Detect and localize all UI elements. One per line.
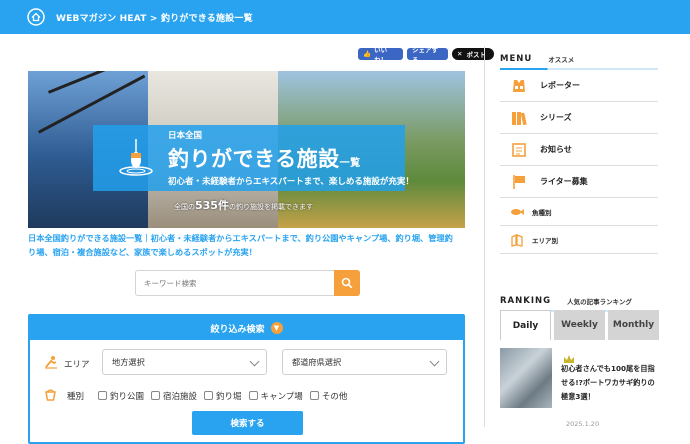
- sidebar: MENU オススメ レポーター シリーズ お知らせ ライター募集 魚種別 エリア…: [500, 34, 658, 312]
- prefecture-select[interactable]: 都道府県選択: [282, 349, 447, 375]
- filter-panel: 絞り込み検索 ▼ エリア 地方選択 都道府県選択 種別 釣り公園 宿泊施設 釣り…: [28, 314, 465, 444]
- chevron-down-icon: [429, 356, 440, 367]
- chevron-down-icon: ▼: [270, 322, 283, 334]
- search-icon: [341, 277, 353, 289]
- type-checkbox[interactable]: キャンプ場: [248, 390, 303, 402]
- fishing-float-icon: [119, 139, 153, 176]
- tab-daily[interactable]: Daily: [500, 310, 551, 340]
- menu-heading: MENU オススメ: [500, 54, 575, 64]
- share-buttons: 👍 いいね！ シェアする ✕ ポスト: [358, 46, 494, 64]
- sidebar-item-writer-recruit[interactable]: ライター募集: [500, 166, 658, 198]
- ranking-thumbnail[interactable]: [500, 348, 552, 408]
- area-row: エリア: [44, 354, 90, 373]
- fish-icon: [510, 205, 524, 219]
- tab-weekly[interactable]: Weekly: [554, 310, 605, 340]
- type-checkbox[interactable]: 釣り公園: [98, 390, 144, 402]
- books-icon: [510, 109, 528, 127]
- keyword-search: [135, 270, 360, 296]
- type-row: 種別 釣り公園 宿泊施設 釣り堀 キャンプ場 その他: [44, 386, 354, 405]
- sidebar-item-news[interactable]: お知らせ: [500, 134, 658, 166]
- sidebar-item-area[interactable]: エリア別: [500, 226, 658, 254]
- thumbs-up-icon: 👍: [363, 50, 372, 58]
- filter-submit-button[interactable]: 検索する: [192, 411, 303, 435]
- sidebar-item-series[interactable]: シリーズ: [500, 102, 658, 134]
- x-logo-icon: ✕: [457, 50, 463, 58]
- bucket-icon: [44, 386, 57, 405]
- sidebar-item-reporter[interactable]: レポーター: [500, 70, 658, 102]
- map-icon: [510, 233, 524, 247]
- tab-monthly[interactable]: Monthly: [608, 310, 659, 340]
- person-icon: [44, 354, 58, 373]
- ranking-tabs: Daily Weekly Monthly: [500, 310, 659, 340]
- region-select[interactable]: 地方選択: [102, 349, 267, 375]
- column-divider: [484, 46, 485, 427]
- type-checkbox[interactable]: 宿泊施設: [151, 390, 197, 402]
- hero-banner: 日本全国 釣りができる施設一覧 初心者・未経験者からエキスパートまで、楽しめる施…: [28, 71, 465, 228]
- type-checkbox[interactable]: その他: [309, 390, 347, 402]
- sidebar-item-fish-type[interactable]: 魚種別: [500, 198, 658, 226]
- facebook-like-button[interactable]: 👍 いいね！: [358, 46, 403, 64]
- type-checkbox[interactable]: 釣り堀: [204, 390, 242, 402]
- hero-count: 全国の535件の釣り施設を掲載できます: [174, 199, 313, 212]
- hero-brand: 日本全国: [168, 131, 203, 141]
- notice-icon: [510, 141, 528, 159]
- hero-title: 釣りができる施設一覧: [168, 147, 361, 171]
- flag-icon: [510, 173, 528, 191]
- chevron-down-icon: [249, 356, 260, 367]
- ranking-heading: RANKING 人気の記事ランキング: [500, 296, 632, 306]
- hero-subtitle: 初心者・未経験者からエキスパートまで、楽しめる施設が充実！: [168, 177, 414, 187]
- intro-text: 日本全国釣りができる施設一覧｜初心者・未経験者からエキスパートまで、釣り公園やキ…: [28, 233, 453, 257]
- x-post-button[interactable]: ✕ ポスト: [452, 48, 494, 60]
- breadcrumb-bar: WEBマガジン HEAT > 釣りができる施設一覧: [0, 0, 690, 34]
- search-input[interactable]: [136, 271, 334, 295]
- ranking-title[interactable]: 初心者さんでも100尾を目指せる!?ボートワカサギ釣りの極意3選！: [561, 362, 661, 404]
- filter-header[interactable]: 絞り込み検索 ▼: [30, 316, 463, 340]
- search-button[interactable]: [334, 270, 360, 296]
- breadcrumb[interactable]: WEBマガジン HEAT > 釣りができる施設一覧: [56, 11, 253, 24]
- facebook-share-button[interactable]: シェアする: [407, 46, 448, 64]
- home-icon[interactable]: [26, 7, 46, 27]
- vest-icon: [510, 77, 528, 95]
